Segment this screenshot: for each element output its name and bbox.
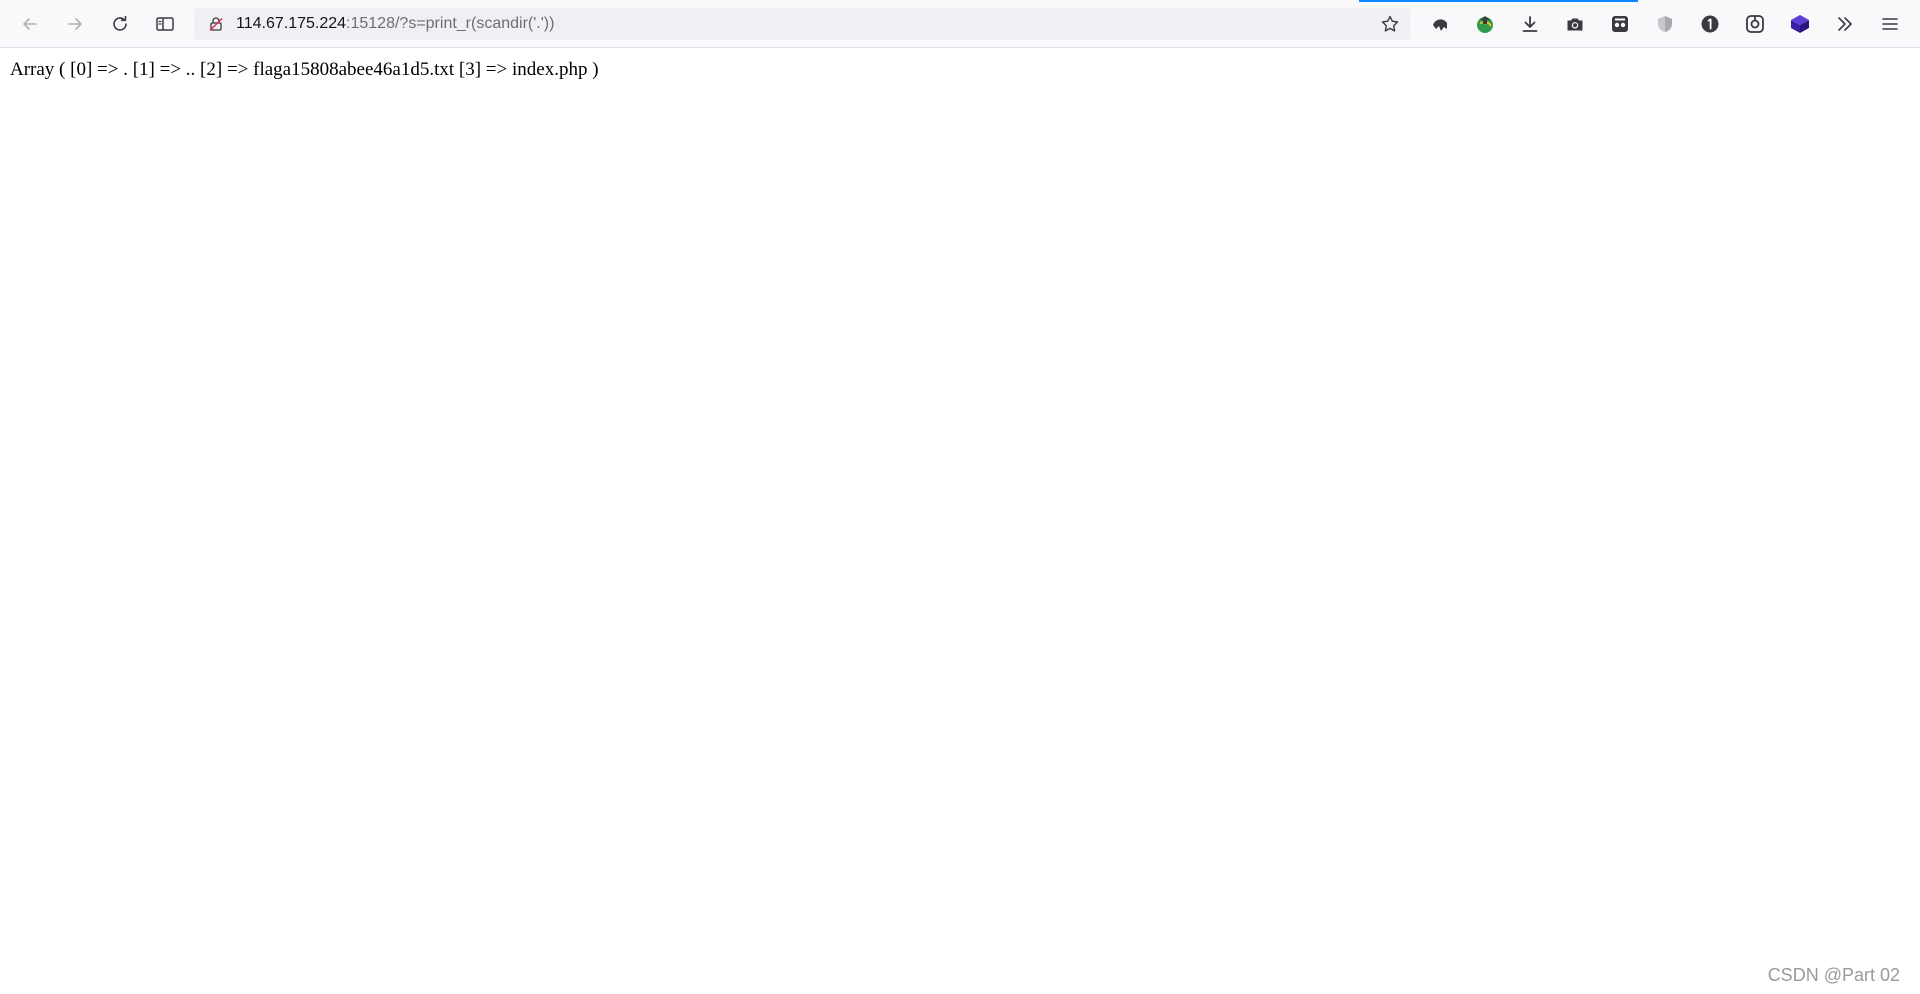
url-host: 114.67.175.224: [236, 15, 347, 32]
globe-icon: [1477, 16, 1493, 33]
php-output-text: Array ( [0] => . [1] => .. [2] => flaga1…: [10, 59, 599, 80]
undo-extension-button[interactable]: [1428, 12, 1452, 36]
camera-icon: [1567, 18, 1583, 31]
back-button[interactable]: [15, 9, 45, 39]
insecure-lock-icon[interactable]: [208, 16, 224, 32]
link-extension-button[interactable]: [1743, 12, 1767, 36]
page-load-progress: [1359, 0, 1638, 2]
extension-icon: [1612, 16, 1628, 32]
forward-button[interactable]: [60, 9, 90, 39]
extension-button[interactable]: [1608, 12, 1632, 36]
badge-one-icon: [1701, 15, 1719, 33]
password-manager-button[interactable]: [1698, 12, 1722, 36]
sidebar-toggle-button[interactable]: [150, 9, 180, 39]
shield-icon: [1658, 16, 1672, 32]
page-content: Array ( [0] => . [1] => .. [2] => flaga1…: [0, 49, 1920, 994]
address-bar[interactable]: 114.67.175.224:15128/?s=print_r(scandir(…: [194, 8, 1410, 40]
screenshot-button[interactable]: [1563, 12, 1587, 36]
downloads-button[interactable]: [1518, 12, 1542, 36]
browser-toolbar: 114.67.175.224:15128/?s=print_r(scandir(…: [0, 0, 1920, 48]
watermark: CSDN @Part 02: [1767, 965, 1900, 985]
menu-icon: [1882, 18, 1898, 30]
back-arrow-icon: [23, 18, 37, 30]
forward-arrow-icon: [68, 18, 82, 30]
url-text[interactable]: 114.67.175.224:15128/?s=print_r(scandir(…: [236, 8, 554, 40]
link-icon: [1746, 15, 1764, 33]
app-menu-button[interactable]: [1878, 12, 1902, 36]
undo-icon: [1433, 19, 1447, 31]
sidebar-icon: [156, 17, 174, 31]
reload-button[interactable]: [105, 9, 135, 39]
reload-icon: [113, 15, 127, 31]
url-path: :15128/?s=print_r(scandir('.')): [346, 15, 555, 32]
bookmark-star-icon[interactable]: [1380, 14, 1400, 34]
overflow-chevrons-icon: [1838, 17, 1852, 31]
more-tools-button[interactable]: [1833, 12, 1857, 36]
cube-icon: [1791, 15, 1809, 33]
cube-extension-button[interactable]: [1788, 12, 1812, 36]
shield-extension-button[interactable]: [1653, 12, 1677, 36]
download-icon: [1522, 16, 1538, 32]
globe-extension-button[interactable]: [1473, 12, 1497, 36]
